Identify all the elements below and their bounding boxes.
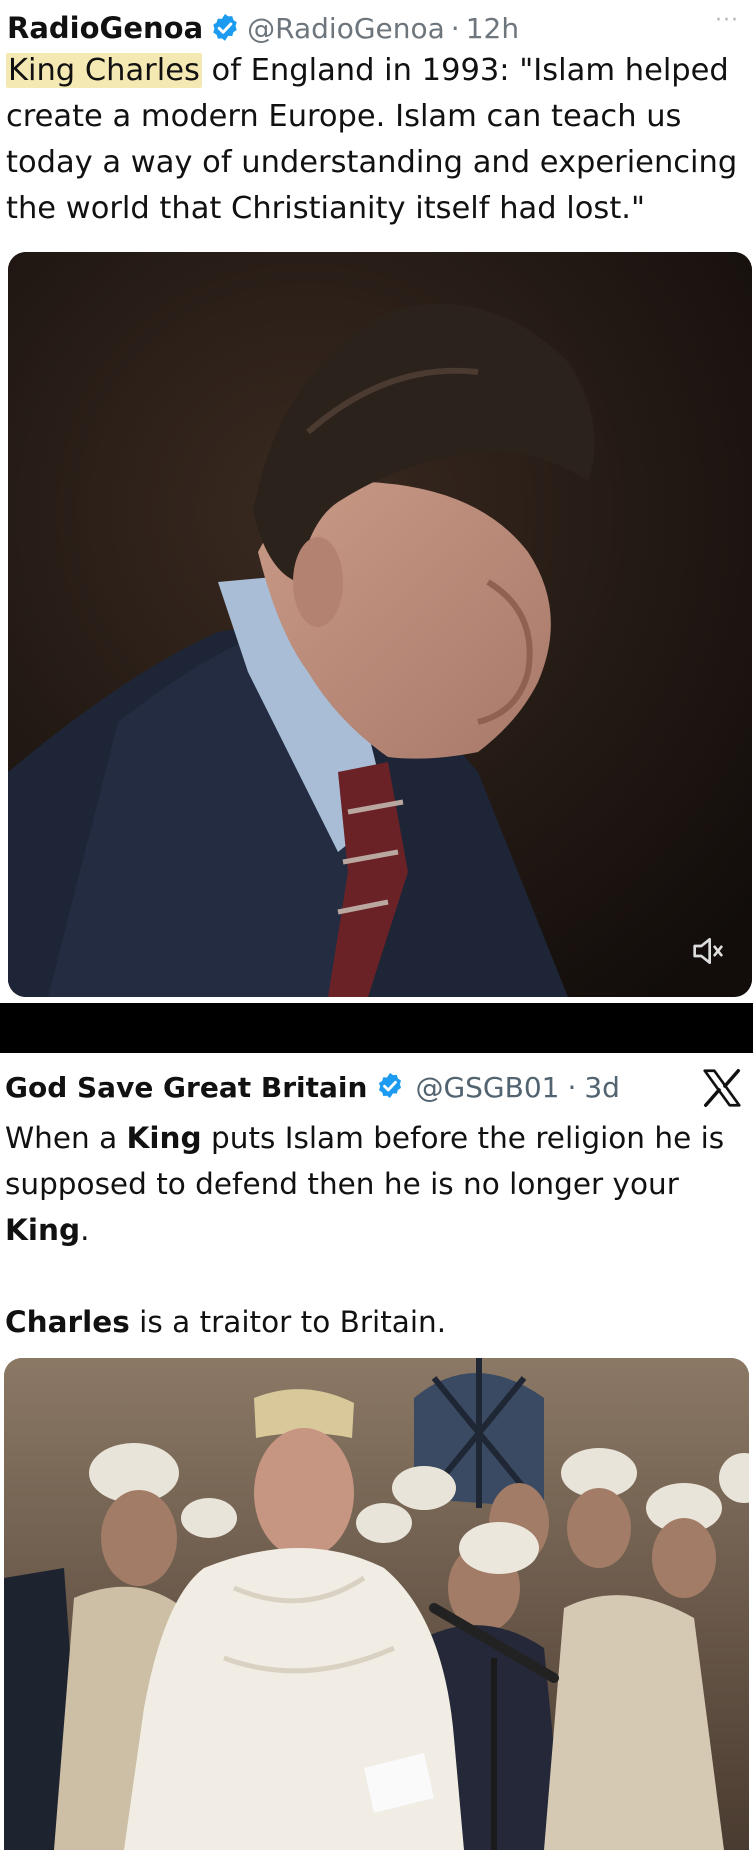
- author-name[interactable]: RadioGenoa: [7, 11, 203, 45]
- text-run: When a: [5, 1121, 127, 1155]
- bold-word: King: [126, 1121, 202, 1155]
- tweet-card-radiogenoa[interactable]: RadioGenoa @RadioGenoa · 12h ··· King Ch…: [0, 0, 753, 1003]
- meta-separator: ·: [567, 1070, 577, 1104]
- tweet-text: When a King puts Islam before the religi…: [5, 1115, 750, 1345]
- text-run: is a traitor to Britain.: [129, 1305, 447, 1339]
- verified-badge-icon: [375, 1071, 407, 1103]
- tweet-text: King Charles of England in 1993: "Islam …: [6, 48, 746, 232]
- bold-word: Charles: [5, 1305, 130, 1339]
- post-separator: [0, 1003, 753, 1053]
- tweet-photo[interactable]: [4, 1358, 749, 1850]
- tweet-header: RadioGenoa @RadioGenoa · 12h: [7, 8, 519, 48]
- tweet-header: God Save Great Britain @GSGB01 · 3d: [5, 1067, 620, 1107]
- tweet-paragraph-2: Charles is a traitor to Britain.: [5, 1299, 750, 1345]
- video-player[interactable]: [8, 252, 752, 997]
- bold-word: King: [5, 1213, 81, 1247]
- mute-icon[interactable]: [688, 931, 728, 971]
- photo-image: [4, 1358, 749, 1850]
- post-time[interactable]: 12h: [466, 12, 519, 45]
- video-frame-image: [8, 252, 752, 997]
- more-options-icon[interactable]: ···: [715, 8, 739, 33]
- text-run: .: [80, 1213, 90, 1247]
- x-logo-icon[interactable]: [699, 1065, 745, 1111]
- tweet-paragraph-1: When a King puts Islam before the religi…: [5, 1115, 750, 1253]
- author-handle[interactable]: @RadioGenoa: [247, 12, 445, 45]
- meta-separator: ·: [450, 11, 460, 45]
- highlighted-text: King Charles: [6, 53, 202, 88]
- verified-badge-icon: [209, 12, 241, 44]
- author-handle[interactable]: @GSGB01: [415, 1071, 559, 1104]
- author-name[interactable]: God Save Great Britain: [5, 1071, 367, 1104]
- tweet-card-gsgb01[interactable]: God Save Great Britain @GSGB01 · 3d When…: [0, 1053, 753, 1850]
- post-time[interactable]: 3d: [584, 1071, 620, 1104]
